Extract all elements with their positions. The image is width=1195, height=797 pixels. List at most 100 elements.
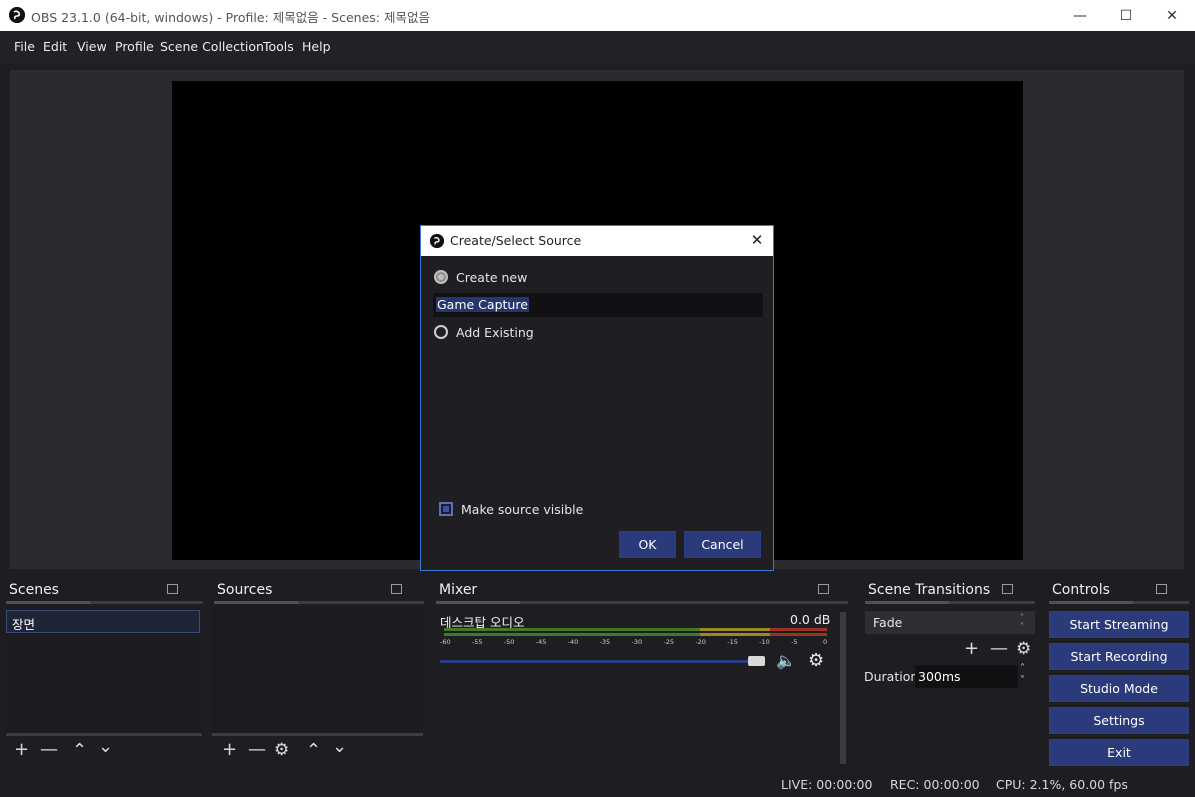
meter-green-segment-2	[444, 633, 700, 636]
transition-select-value: Fade	[873, 615, 903, 630]
meter-tick-label: -55	[471, 638, 483, 646]
meter-green-segment	[444, 628, 700, 631]
source-properties-gear-icon[interactable]: ⚙	[274, 741, 289, 759]
dialog-title: Create/Select Source	[450, 233, 582, 248]
meter-tick-label: -50	[503, 638, 515, 646]
meter-tick-label: -45	[535, 638, 547, 646]
scene-move-up-icon[interactable]: ⌃	[72, 742, 87, 760]
menu-profile[interactable]: Profile	[115, 39, 154, 54]
sources-toolbar-divider	[212, 733, 423, 736]
select-arrows-icon: ˄ ˅	[1020, 613, 1024, 631]
sources-dock-divider	[298, 601, 424, 604]
start-streaming-button[interactable]: Start Streaming	[1049, 611, 1189, 638]
duration-value: 300ms	[918, 669, 961, 684]
studio-mode-button[interactable]: Studio Mode	[1049, 675, 1189, 702]
create-new-radio[interactable]	[434, 270, 448, 284]
add-existing-radio[interactable]	[434, 325, 448, 339]
meter-tick-label: -30	[631, 638, 643, 646]
meter-yellow-segment-2	[700, 633, 770, 636]
remove-transition-icon[interactable]: —	[990, 640, 1008, 658]
controls-float-icon[interactable]	[1156, 584, 1167, 594]
sources-tab-underline	[214, 601, 298, 604]
menu-file[interactable]: File	[14, 39, 35, 54]
menu-edit[interactable]: Edit	[43, 39, 67, 54]
dialog-obs-logo-icon	[430, 234, 444, 248]
mixer-dock-divider	[520, 601, 848, 604]
add-scene-icon[interactable]: +	[14, 741, 29, 759]
duration-stepper-icon[interactable]: ˄ ˅	[1020, 663, 1025, 687]
dialog-titlebar: Create/Select Source ✕	[421, 226, 773, 256]
volume-slider-handle[interactable]	[748, 656, 765, 666]
scenes-dock-title: Scenes	[9, 582, 59, 598]
scene-move-down-icon[interactable]: ⌄	[98, 738, 113, 756]
mixer-level-readout: 0.0 dB	[790, 612, 831, 627]
status-rec: REC: 00:00:00	[890, 777, 980, 792]
source-move-up-icon[interactable]: ⌃	[306, 742, 321, 760]
duration-label: Duration	[864, 669, 919, 684]
source-move-down-icon[interactable]: ⌄	[332, 738, 347, 756]
maximize-icon[interactable]: ☐	[1103, 0, 1149, 31]
menu-tools[interactable]: Tools	[263, 39, 294, 54]
speaker-mute-icon[interactable]: 🔈	[776, 651, 796, 670]
close-icon[interactable]: ✕	[1149, 0, 1195, 31]
menu-view[interactable]: View	[77, 39, 107, 54]
make-visible-checkbox[interactable]	[439, 502, 453, 516]
status-cpu: CPU: 2.1%, 60.00 fps	[996, 777, 1128, 792]
duration-input[interactable]: 300ms	[915, 665, 1018, 688]
scenes-dock-divider	[90, 601, 203, 604]
menu-bar: File Edit View Profile Scene Collection …	[0, 31, 1195, 63]
volume-slider-track[interactable]	[440, 660, 760, 663]
source-name-value: Game Capture	[436, 297, 529, 312]
controls-dock-title: Controls	[1052, 582, 1110, 598]
meter-tick-label: -10	[759, 638, 770, 646]
add-transition-icon[interactable]: +	[964, 640, 979, 658]
menu-scene-collection[interactable]: Scene Collection	[160, 39, 264, 54]
mixer-float-icon[interactable]	[818, 584, 829, 594]
meter-tick-label: -40	[567, 638, 579, 646]
mixer-scrollbar[interactable]	[840, 612, 846, 764]
scene-item[interactable]: 장면	[6, 610, 200, 633]
menu-help[interactable]: Help	[302, 39, 331, 54]
create-new-label: Create new	[456, 270, 528, 285]
cancel-button[interactable]: Cancel	[684, 531, 761, 558]
transitions-tab-underline	[865, 601, 949, 604]
add-source-icon[interactable]: +	[222, 741, 237, 759]
minimize-icon[interactable]: —	[1057, 0, 1103, 31]
transition-select[interactable]: Fade ˄ ˅	[865, 611, 1035, 634]
remove-scene-icon[interactable]: —	[40, 741, 58, 759]
sources-list	[212, 607, 423, 734]
transitions-dock-title: Scene Transitions	[868, 582, 991, 598]
ok-button[interactable]: OK	[619, 531, 676, 558]
scenes-tab-underline	[6, 601, 90, 604]
create-select-source-dialog: Create/Select Source ✕ Create new Game C…	[420, 225, 774, 571]
mixer-settings-gear-icon[interactable]: ⚙	[808, 650, 824, 671]
settings-button[interactable]: Settings	[1049, 707, 1189, 734]
meter-tick-label: 0	[823, 638, 828, 646]
remove-source-icon[interactable]: —	[248, 741, 266, 759]
meter-tick-label: -60	[440, 638, 451, 646]
transitions-dock-divider	[949, 601, 1035, 604]
scenes-float-icon[interactable]	[167, 584, 178, 594]
start-recording-button[interactable]: Start Recording	[1049, 643, 1189, 670]
controls-dock-divider	[1133, 601, 1189, 604]
source-name-input[interactable]: Game Capture	[433, 293, 763, 317]
meter-tick-label: -25	[663, 638, 675, 646]
transitions-float-icon[interactable]	[1002, 584, 1013, 594]
scene-item-label: 장면	[12, 617, 36, 632]
meter-tick-label: -5	[791, 638, 798, 646]
meter-tick-label: -15	[727, 638, 738, 646]
sources-float-icon[interactable]	[391, 584, 402, 594]
exit-button[interactable]: Exit	[1049, 739, 1189, 766]
controls-tab-underline	[1049, 601, 1133, 604]
status-live: LIVE: 00:00:00	[781, 777, 873, 792]
meter-yellow-segment	[700, 628, 770, 631]
meter-red-segment	[770, 628, 827, 631]
window-titlebar: OBS 23.1.0 (64-bit, windows) - Profile: …	[0, 0, 1195, 32]
dialog-close-icon[interactable]: ✕	[746, 229, 768, 251]
add-existing-label: Add Existing	[456, 325, 534, 340]
obs-logo-icon	[9, 7, 25, 23]
transition-properties-gear-icon[interactable]: ⚙	[1016, 640, 1031, 658]
sources-dock-title: Sources	[217, 582, 273, 598]
window-title: OBS 23.1.0 (64-bit, windows) - Profile: …	[31, 10, 430, 25]
mixer-dock-title: Mixer	[439, 582, 478, 598]
